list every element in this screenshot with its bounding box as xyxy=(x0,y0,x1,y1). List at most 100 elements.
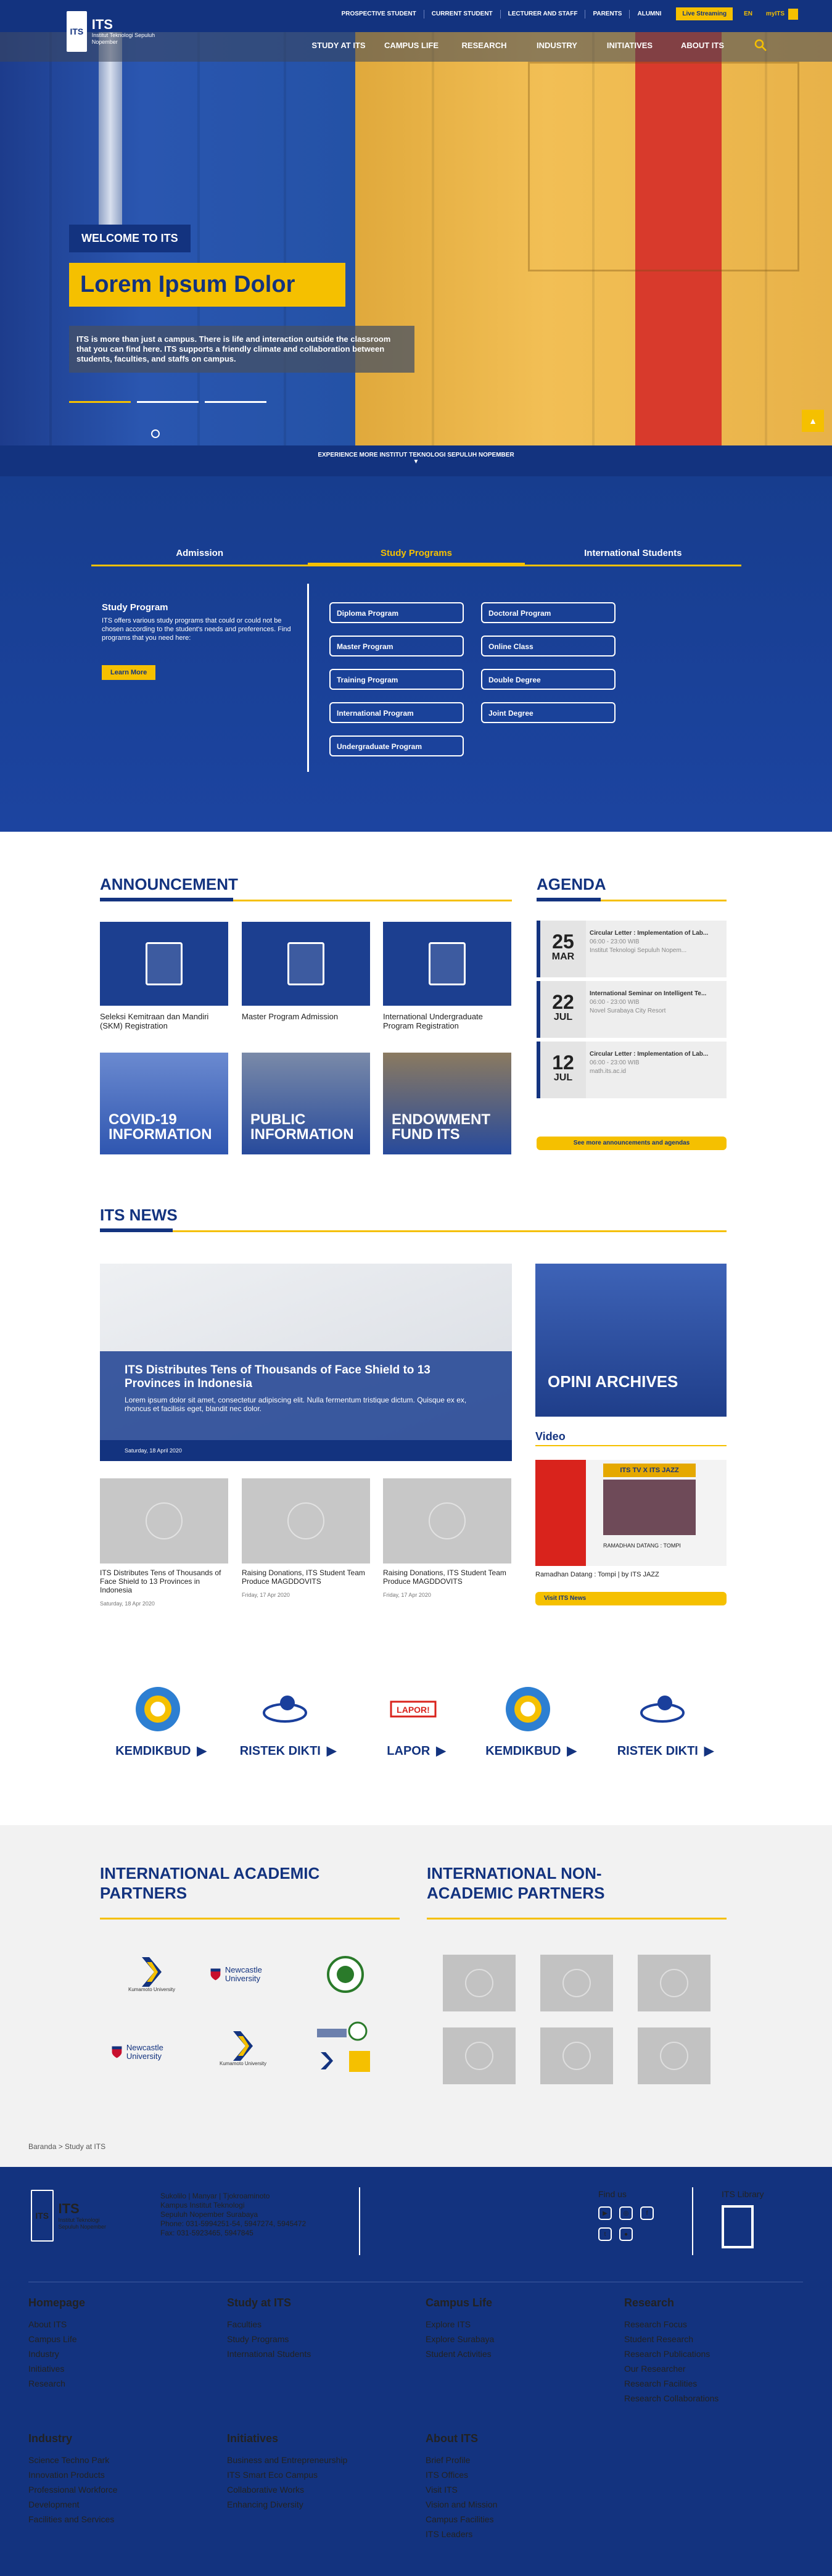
public-info-box[interactable]: PUBLIC INFORMATION xyxy=(242,1053,370,1154)
tab-international-students[interactable]: International Students xyxy=(525,542,741,565)
nonacademic-partner-logo[interactable] xyxy=(443,2027,516,2084)
footer-link[interactable]: Campus Life xyxy=(28,2332,170,2346)
nonacademic-partner-logo[interactable] xyxy=(638,2027,710,2084)
footer-link[interactable]: Faculties xyxy=(227,2317,369,2332)
partner-logo-group[interactable] xyxy=(315,2018,376,2079)
undergraduate-program-button[interactable]: Undergraduate Program xyxy=(329,735,464,756)
footer-link[interactable]: Research Collaborations xyxy=(624,2391,766,2406)
nonacademic-partner-logo[interactable] xyxy=(540,2027,613,2084)
visit-news-button[interactable]: Visit ITS News xyxy=(535,1592,727,1605)
international-program-button[interactable]: International Program xyxy=(329,702,464,723)
toplink-lecturer-staff[interactable]: LECTURER AND STAFF xyxy=(500,9,585,19)
instagram-icon[interactable]: ◎ xyxy=(619,2206,633,2220)
breadcrumb[interactable]: Baranda > Study at ITS xyxy=(28,2142,105,2151)
footer-link[interactable]: Science Techno Park xyxy=(28,2453,170,2467)
news-thumbnail[interactable] xyxy=(242,1478,370,1563)
nav-campus-life[interactable]: CAMPUS LIFE xyxy=(375,41,448,50)
agenda-item[interactable]: 22 JUL International Seminar on Intellige… xyxy=(537,981,727,1038)
footer-link[interactable]: ITS Offices xyxy=(426,2467,567,2482)
footer-column-title[interactable]: Study at ITS xyxy=(227,2296,369,2309)
nav-about-its[interactable]: ABOUT ITS xyxy=(666,41,739,50)
announcement-caption[interactable]: Master Program Admission xyxy=(242,1012,371,1021)
footer-link[interactable]: Research Facilities xyxy=(624,2376,766,2391)
endowment-fund-box[interactable]: ENDOWMENT FUND ITS xyxy=(383,1053,511,1154)
ministry-link-lapor[interactable]: LAPOR! LAPOR ▶ xyxy=(358,1684,469,1758)
footer-link[interactable]: About ITS xyxy=(28,2317,170,2332)
opini-archives-box[interactable]: OPINI ARCHIVES xyxy=(535,1264,727,1417)
slider-dot[interactable] xyxy=(151,429,160,438)
footer-column-title[interactable]: Initiatives xyxy=(227,2432,369,2445)
flickr-icon[interactable]: ● xyxy=(619,2227,633,2241)
footer-logo[interactable]: ITS ITS Institut Teknologi Sepuluh Nopemb… xyxy=(31,2188,120,2243)
footer-column-title[interactable]: Campus Life xyxy=(426,2296,567,2309)
search-icon[interactable] xyxy=(754,38,767,52)
nav-study-at-its[interactable]: STUDY AT ITS xyxy=(302,41,375,50)
announcement-caption[interactable]: Seleksi Kemitraan dan Mandiri (SKM) Regi… xyxy=(100,1012,229,1030)
toplink-prospective-student[interactable]: PROSPECTIVE STUDENT xyxy=(334,10,424,19)
partner-logo-kumamoto[interactable]: Kumamoto University xyxy=(212,2024,274,2073)
youtube-icon[interactable]: ▶ xyxy=(598,2206,612,2220)
footer-column-title[interactable]: About ITS xyxy=(426,2432,567,2445)
ministry-link-ristek-dikti[interactable]: RISTEK DIKTI ▶ xyxy=(229,1684,340,1758)
slide-indicator-1[interactable] xyxy=(69,401,131,403)
nav-industry[interactable]: INDUSTRY xyxy=(521,41,593,50)
footer-link[interactable]: Enhancing Diversity xyxy=(227,2497,369,2512)
partner-logo-newcastle[interactable]: Newcastle University xyxy=(111,2034,185,2071)
agenda-item[interactable]: 25 MAR Circular Letter : Implementation o… xyxy=(537,921,727,977)
footer-link[interactable]: ITS Smart Eco Campus xyxy=(227,2467,369,2482)
ministry-link-ristek-dikti[interactable]: RISTEK DIKTI ▶ xyxy=(607,1684,718,1758)
footer-link[interactable]: Visit ITS xyxy=(426,2482,567,2497)
news-thumbnail[interactable] xyxy=(100,1478,228,1563)
footer-link[interactable]: Facilities and Services xyxy=(28,2512,170,2527)
master-program-button[interactable]: Master Program xyxy=(329,636,464,656)
joint-degree-button[interactable]: Joint Degree xyxy=(481,702,616,723)
ministry-link-kemdikbud[interactable]: KEMDIKBUD ▶ xyxy=(472,1684,583,1758)
footer-column-title[interactable]: Industry xyxy=(28,2432,170,2445)
experience-more-strip[interactable]: EXPERIENCE MORE INSTITUT TEKNOLOGI SEPUL… xyxy=(0,445,832,476)
slide-indicator-3[interactable] xyxy=(205,401,266,403)
footer-link[interactable]: ITS Leaders xyxy=(426,2527,567,2541)
footer-link[interactable]: Research Publications xyxy=(624,2346,766,2361)
doctoral-program-button[interactable]: Doctoral Program xyxy=(481,602,616,623)
tab-admission[interactable]: Admission xyxy=(91,542,308,565)
footer-link[interactable]: International Students xyxy=(227,2346,369,2361)
footer-link[interactable]: Research xyxy=(28,2376,170,2391)
slide-indicator-2[interactable] xyxy=(137,401,199,403)
nav-research[interactable]: RESEARCH xyxy=(448,41,521,50)
agenda-item[interactable]: 12 JUL Circular Letter : Implementation o… xyxy=(537,1042,727,1098)
partner-logo-newcastle[interactable]: Newcastle University xyxy=(210,1956,284,1993)
double-degree-button[interactable]: Double Degree xyxy=(481,669,616,690)
nonacademic-partner-logo[interactable] xyxy=(540,1955,613,2011)
footer-link[interactable]: Explore Surabaya xyxy=(426,2332,567,2346)
footer-link[interactable]: Campus Facilities xyxy=(426,2512,567,2527)
footer-link[interactable]: Vision and Mission xyxy=(426,2497,567,2512)
diploma-program-button[interactable]: Diploma Program xyxy=(329,602,464,623)
footer-link[interactable]: Student Research xyxy=(624,2332,766,2346)
footer-link[interactable]: Initiatives xyxy=(28,2361,170,2376)
scroll-top-button[interactable]: ▲ xyxy=(802,410,824,432)
footer-link[interactable]: Industry xyxy=(28,2346,170,2361)
nav-initiatives[interactable]: INITIATIVES xyxy=(593,41,666,50)
video-player[interactable]: ITS TV X ITS JAZZ RAMADHAN DATANG : TOMP… xyxy=(535,1460,727,1566)
its-library-label[interactable]: ITS Library xyxy=(722,2189,764,2199)
learn-more-button[interactable]: Learn More xyxy=(102,665,156,680)
its-logo[interactable]: ITS ITS Institut Teknologi Sepuluh Nopemb… xyxy=(67,10,159,53)
see-more-agenda-button[interactable]: See more announcements and agendas xyxy=(537,1137,727,1150)
footer-column-title[interactable]: Homepage xyxy=(28,2296,170,2309)
myits-link[interactable]: myITS xyxy=(766,10,785,17)
footer-link[interactable]: Business and Entrepreneurship xyxy=(227,2453,369,2467)
partner-logo-kumamoto[interactable]: Kumamoto University xyxy=(121,1950,183,1999)
nonacademic-partner-logo[interactable] xyxy=(443,1955,516,2011)
footer-link[interactable]: Brief Profile xyxy=(426,2453,567,2467)
lock-icon[interactable] xyxy=(788,8,798,20)
toplink-alumni[interactable]: ALUMNI xyxy=(629,9,669,19)
announcement-image[interactable] xyxy=(242,922,370,1006)
footer-link[interactable]: Study Programs xyxy=(227,2332,369,2346)
footer-link[interactable]: Explore ITS xyxy=(426,2317,567,2332)
partner-logo-seal[interactable] xyxy=(327,1956,364,1993)
footer-link[interactable]: Research Focus xyxy=(624,2317,766,2332)
footer-link[interactable]: Innovation Products xyxy=(28,2467,170,2482)
tab-study-programs[interactable]: Study Programs xyxy=(308,542,525,565)
training-program-button[interactable]: Training Program xyxy=(329,669,464,690)
announcement-image[interactable] xyxy=(383,922,511,1006)
